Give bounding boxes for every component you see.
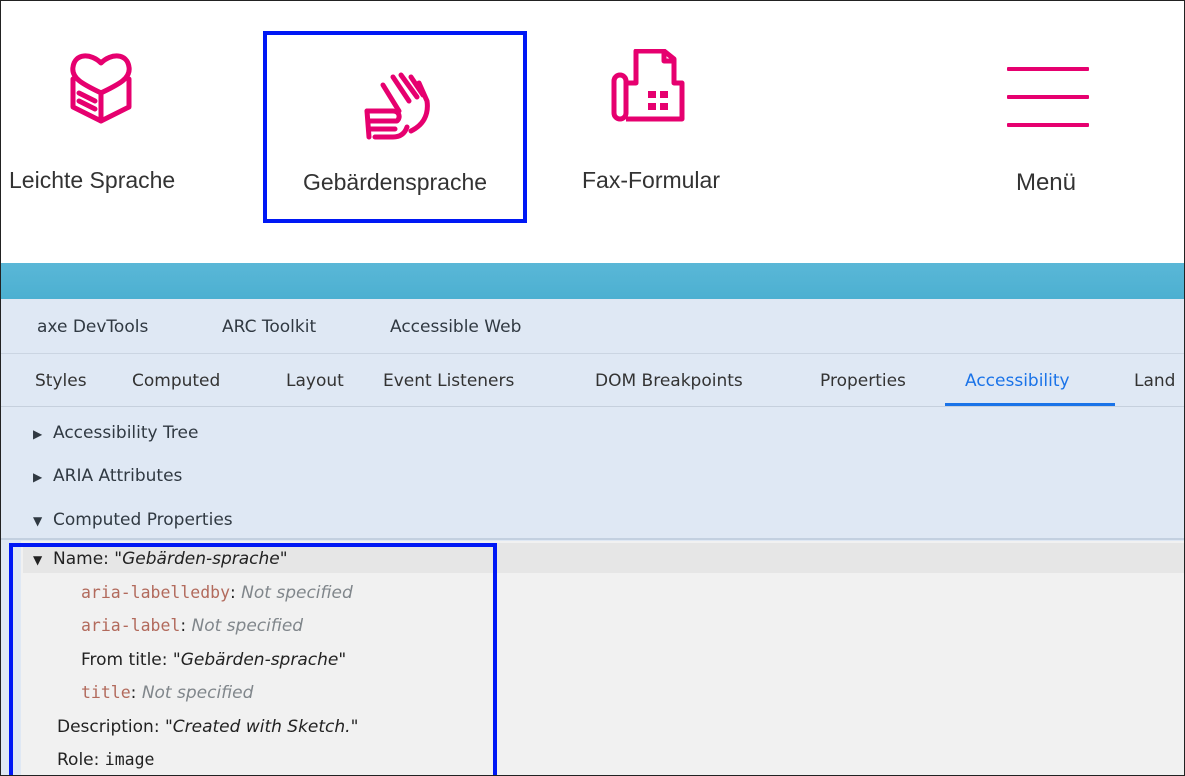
section-divider [1, 538, 1184, 540]
fax-form-icon [611, 49, 685, 122]
teal-divider-bar [1, 263, 1184, 299]
devtools-panel: axe DevTools ARC Toolkit Accessible Web … [1, 299, 1184, 775]
gebaerdensprache-label: Gebärdensprache [302, 169, 488, 195]
menu-label: Menü [1015, 169, 1077, 196]
tab-styles[interactable]: Styles [35, 371, 87, 391]
leichte-sprache-label: Leichte Sprache [9, 167, 176, 193]
sign-language-hands-icon [364, 72, 430, 140]
active-tab-underline [945, 403, 1115, 406]
tab-landmarks[interactable]: Land [1134, 371, 1175, 391]
tab-properties[interactable]: Properties [820, 371, 906, 391]
site-header: Leichte Sprache Gebärdensprache Fax-Form… [1, 1, 1184, 263]
tab-event-listeners[interactable]: Event Listeners [383, 371, 514, 391]
easy-language-book-icon [70, 53, 132, 124]
extension-tabs-row: axe DevTools ARC Toolkit Accessible Web [1, 299, 1184, 354]
tab-accessibility[interactable]: Accessibility [965, 371, 1070, 391]
tab-layout[interactable]: Layout [286, 371, 344, 391]
fax-formular-label: Fax-Formular [581, 167, 720, 193]
tab-arc-toolkit[interactable]: ARC Toolkit [222, 317, 316, 337]
tab-accessible-web[interactable]: Accessible Web [390, 317, 521, 337]
expand-arrow-icon: ▶ [33, 427, 43, 441]
section-computed-properties[interactable]: ▼ Computed Properties [33, 510, 233, 530]
tab-dom-breakpoints[interactable]: DOM Breakpoints [595, 371, 743, 391]
section-accessibility-tree[interactable]: ▶ Accessibility Tree [33, 423, 198, 443]
gebaerdensprache-link[interactable]: Gebärdensprache [263, 31, 527, 223]
section-aria-attributes[interactable]: ▶ ARIA Attributes [33, 466, 182, 486]
computed-name-highlight-box [9, 543, 497, 775]
screenshot-frame: Leichte Sprache Gebärdensprache Fax-Form… [0, 0, 1185, 776]
sidebar-tabs-row: Styles Computed Layout Event Listeners D… [1, 354, 1184, 407]
collapse-arrow-icon: ▼ [33, 514, 43, 528]
tab-axe-devtools[interactable]: axe DevTools [37, 317, 148, 337]
expand-arrow-icon: ▶ [33, 470, 43, 484]
tab-computed[interactable]: Computed [132, 371, 220, 391]
